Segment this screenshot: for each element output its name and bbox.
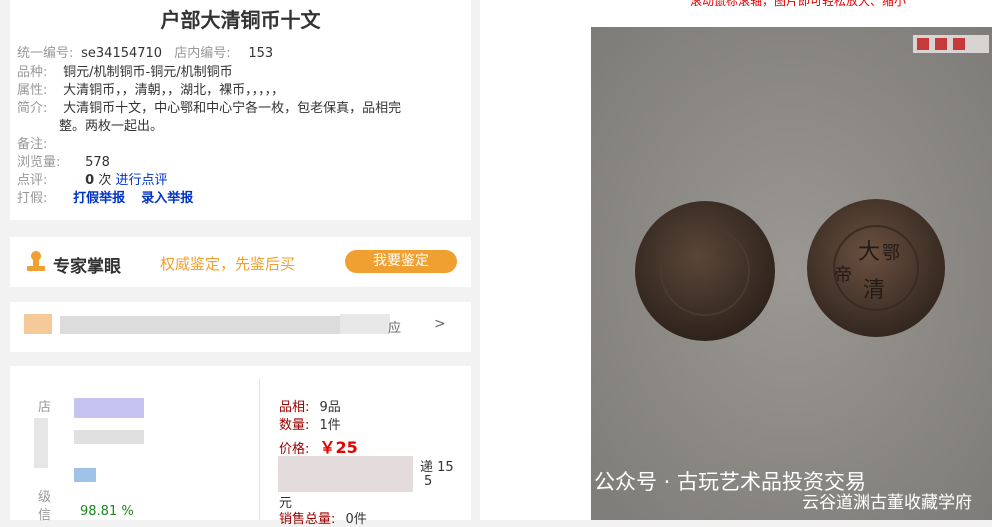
fake-report-link[interactable]: 打假举报 — [73, 191, 125, 206]
write-review-link[interactable]: 进行点评 — [115, 173, 167, 188]
report-label: 打假: — [17, 191, 48, 206]
grade-label: 品相: — [279, 400, 310, 415]
review-unit: 次 — [98, 173, 112, 188]
views-row: 浏览量: 578 — [17, 154, 110, 172]
svg-text:大: 大 — [858, 240, 880, 265]
coin-obverse — [635, 201, 775, 341]
qty-label: 数量: — [279, 418, 310, 433]
expert-slogan: 权威鉴定，先鉴后买 — [160, 255, 296, 273]
svg-text:鄂: 鄂 — [882, 243, 900, 264]
attr-label: 属性: — [17, 83, 48, 98]
store-no-value: 153 — [248, 46, 274, 61]
zoom-hint: 滚动鼠标滚轴，图片即可轻松放大、缩小 — [690, 0, 907, 8]
desc-row: 简介: 大清铜币十文，中心鄂和中心宁各一枚，包老保真，品相完 — [17, 100, 401, 118]
serial-label: 统一编号: — [17, 46, 74, 61]
desc-label: 简介: — [17, 101, 48, 116]
promo-fragment: 应 — [388, 321, 402, 336]
serial-value: se34154710 — [81, 46, 163, 61]
svg-text:清: 清 — [863, 278, 885, 303]
report-row: 打假: 打假举报 录入举报 — [17, 190, 193, 208]
desc-line-1: 大清铜币十文，中心鄂和中心宁各一枚，包老保真，品相完 — [63, 101, 402, 116]
blurred-level-badge — [74, 468, 96, 482]
qty-row: 数量: 1件 — [279, 414, 341, 433]
school-watermark: 云谷道渊古董收藏学府 — [802, 493, 972, 513]
stamp-icon — [27, 251, 45, 271]
blurred-shop-info — [74, 430, 144, 444]
note-label: 备注: — [17, 137, 48, 152]
store-no-label: 店内编号: — [174, 46, 231, 61]
grade-value: 9品 — [319, 400, 341, 415]
shop-label: 店 — [38, 400, 52, 415]
blurred-text-2 — [340, 314, 390, 334]
coin-photo-graphic: 大 鄂 帝 清 — [591, 27, 992, 520]
level-label: 级 — [38, 490, 52, 505]
blurred-shop-name[interactable] — [74, 398, 144, 418]
review-row: 点评: 0 次 进行点评 — [17, 172, 168, 190]
attr-value: 大清铜币，，清朝，，湖北，裸币，，，，， — [63, 83, 285, 98]
review-label: 点评: — [17, 173, 48, 188]
credit-label: 信 — [38, 508, 52, 523]
views-value: 578 — [85, 155, 110, 170]
review-count: 0 — [85, 173, 95, 188]
sales-row: 销售总量: 0件 — [279, 508, 367, 527]
entry-report-link[interactable]: 录入举报 — [141, 191, 193, 206]
views-label: 浏览量: — [17, 155, 61, 170]
shipping-fragment-2: 5 — [424, 474, 433, 489]
page-title: 户部大清铜币十文 — [160, 8, 321, 32]
desc-line-2: 整。两枚一起出。 — [59, 119, 164, 134]
request-appraisal-button[interactable]: 我要鉴定 — [345, 250, 457, 273]
expert-panel: 专家掌眼 权威鉴定，先鉴后买 我要鉴定 — [10, 237, 471, 287]
blurred-text — [60, 316, 360, 334]
wechat-icon — [549, 467, 583, 494]
coin-photo[interactable]: 大 鄂 帝 清 — [591, 27, 992, 520]
category-value: 铜元/机制铜币-铜元/机制铜币 — [63, 65, 233, 80]
blurred-labels — [34, 418, 48, 468]
blurred-badge — [24, 314, 52, 334]
blurred-shipping — [278, 456, 413, 492]
svg-text:帝: 帝 — [834, 265, 852, 286]
seller-divider — [259, 378, 260, 520]
category-label: 品种: — [17, 65, 48, 80]
price-label: 价格: — [279, 442, 310, 457]
qty-value: 1件 — [319, 418, 341, 433]
coin-reverse — [807, 199, 945, 337]
category-row: 品种: 铜元/机制铜币-铜元/机制铜币 — [17, 64, 233, 82]
desc-row-2: 整。两枚一起出。 — [59, 118, 163, 136]
attr-row: 属性: 大清铜币，，清朝，，湖北，裸币，，，，， — [17, 82, 284, 100]
chevron-right-icon[interactable]: > — [434, 316, 446, 332]
promo-strip[interactable]: 应 > — [10, 302, 471, 352]
expert-title: 专家掌眼 — [53, 257, 121, 277]
note-row: 备注: — [17, 136, 59, 154]
positive-rate: 98.81 % — [80, 504, 134, 519]
serial-row: 统一编号: se34154710 店内编号: 153 — [17, 45, 273, 63]
grade-row: 品相: 9品 — [279, 396, 341, 415]
price-value: ￥25 — [319, 438, 358, 457]
shipping-fragment: 递 15 — [420, 460, 454, 475]
price-row: 价格: ￥25 — [279, 434, 358, 458]
